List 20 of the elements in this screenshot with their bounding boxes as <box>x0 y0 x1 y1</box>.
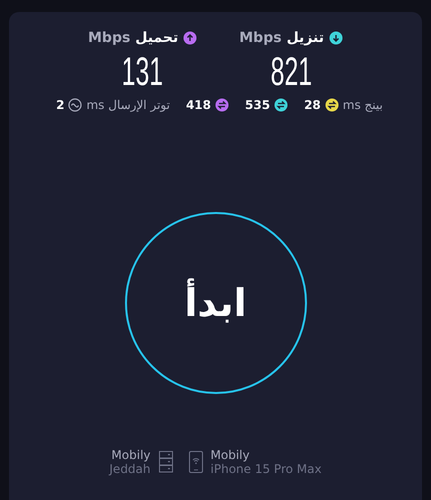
server-icon <box>158 451 173 473</box>
device-name: iPhone 15 Pro Max <box>210 462 322 476</box>
server-provider: Mobily <box>111 448 151 462</box>
metric-value: 28 <box>304 98 321 112</box>
device-provider: Mobily <box>210 448 250 462</box>
start-button[interactable]: ابدأ <box>124 212 306 394</box>
server-location: Jeddah <box>109 462 151 476</box>
unit-label: Mbps <box>239 30 282 46</box>
metric-label: توتر الإرسال ms <box>86 98 170 112</box>
metric-value: 2 <box>56 98 64 112</box>
speed-value: 131 <box>122 49 164 96</box>
speed-value: 821 <box>270 49 312 96</box>
metric-value: 535 <box>245 98 270 112</box>
speed-label: تحميل <box>135 30 178 46</box>
phone-icon <box>188 451 203 473</box>
metric-label: بينج ms <box>342 98 383 112</box>
speed-label: تنزيل <box>286 30 324 46</box>
unit-label: Mbps <box>88 30 130 46</box>
wave-icon <box>68 98 82 112</box>
metric-value: 418 <box>186 98 212 112</box>
